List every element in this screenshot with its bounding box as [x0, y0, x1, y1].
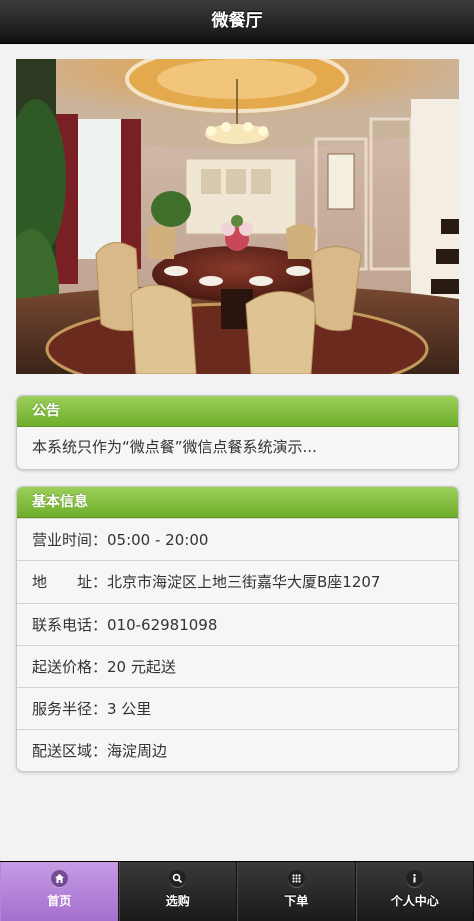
tab-profile[interactable]: 个人中心 — [355, 862, 474, 921]
app-header: 微餐厅 — [0, 0, 474, 44]
notice-text[interactable]: 本系统只作为“微点餐”微信点餐系统演示... — [17, 427, 458, 467]
tab-profile-label: 个人中心 — [390, 894, 439, 908]
page-title: 微餐厅 — [211, 11, 263, 31]
tab-order[interactable]: 下单 — [237, 862, 356, 921]
home-icon — [50, 870, 68, 887]
info-icon — [406, 870, 424, 887]
notice-card: 公告 本系统只作为“微点餐”微信点餐系统演示... — [16, 395, 459, 470]
tab-order-label: 下单 — [284, 894, 309, 908]
bottom-tab-bar: 首页 选购 下单 个人中心 — [0, 861, 474, 921]
tab-shop-label: 选购 — [165, 894, 190, 908]
phone-row[interactable]: 联系电话：010-62981098 — [17, 602, 458, 645]
search-icon — [169, 870, 187, 887]
business-hours-row: 营业时间：05:00 - 20:00 — [17, 518, 458, 560]
basic-info-card: 基本信息 营业时间：05:00 - 20:00 地 址：北京市海淀区上地三街嘉华… — [16, 486, 459, 772]
min-order-price-row: 起送价格：20 元起送 — [17, 644, 458, 687]
service-radius-row: 服务半径：3 公里 — [17, 687, 458, 729]
restaurant-banner-image — [16, 59, 459, 374]
tab-shop[interactable]: 选购 — [118, 862, 237, 921]
grid-icon — [287, 870, 305, 887]
tab-home[interactable]: 首页 — [0, 862, 119, 921]
address-row: 地 址：北京市海淀区上地三街嘉华大厦B座1207 — [17, 560, 458, 602]
basic-info-title: 基本信息 — [17, 487, 458, 518]
delivery-area-row: 配送区域：海淀周边 — [17, 729, 458, 771]
notice-card-title: 公告 — [17, 396, 458, 427]
tab-home-label: 首页 — [47, 894, 72, 908]
